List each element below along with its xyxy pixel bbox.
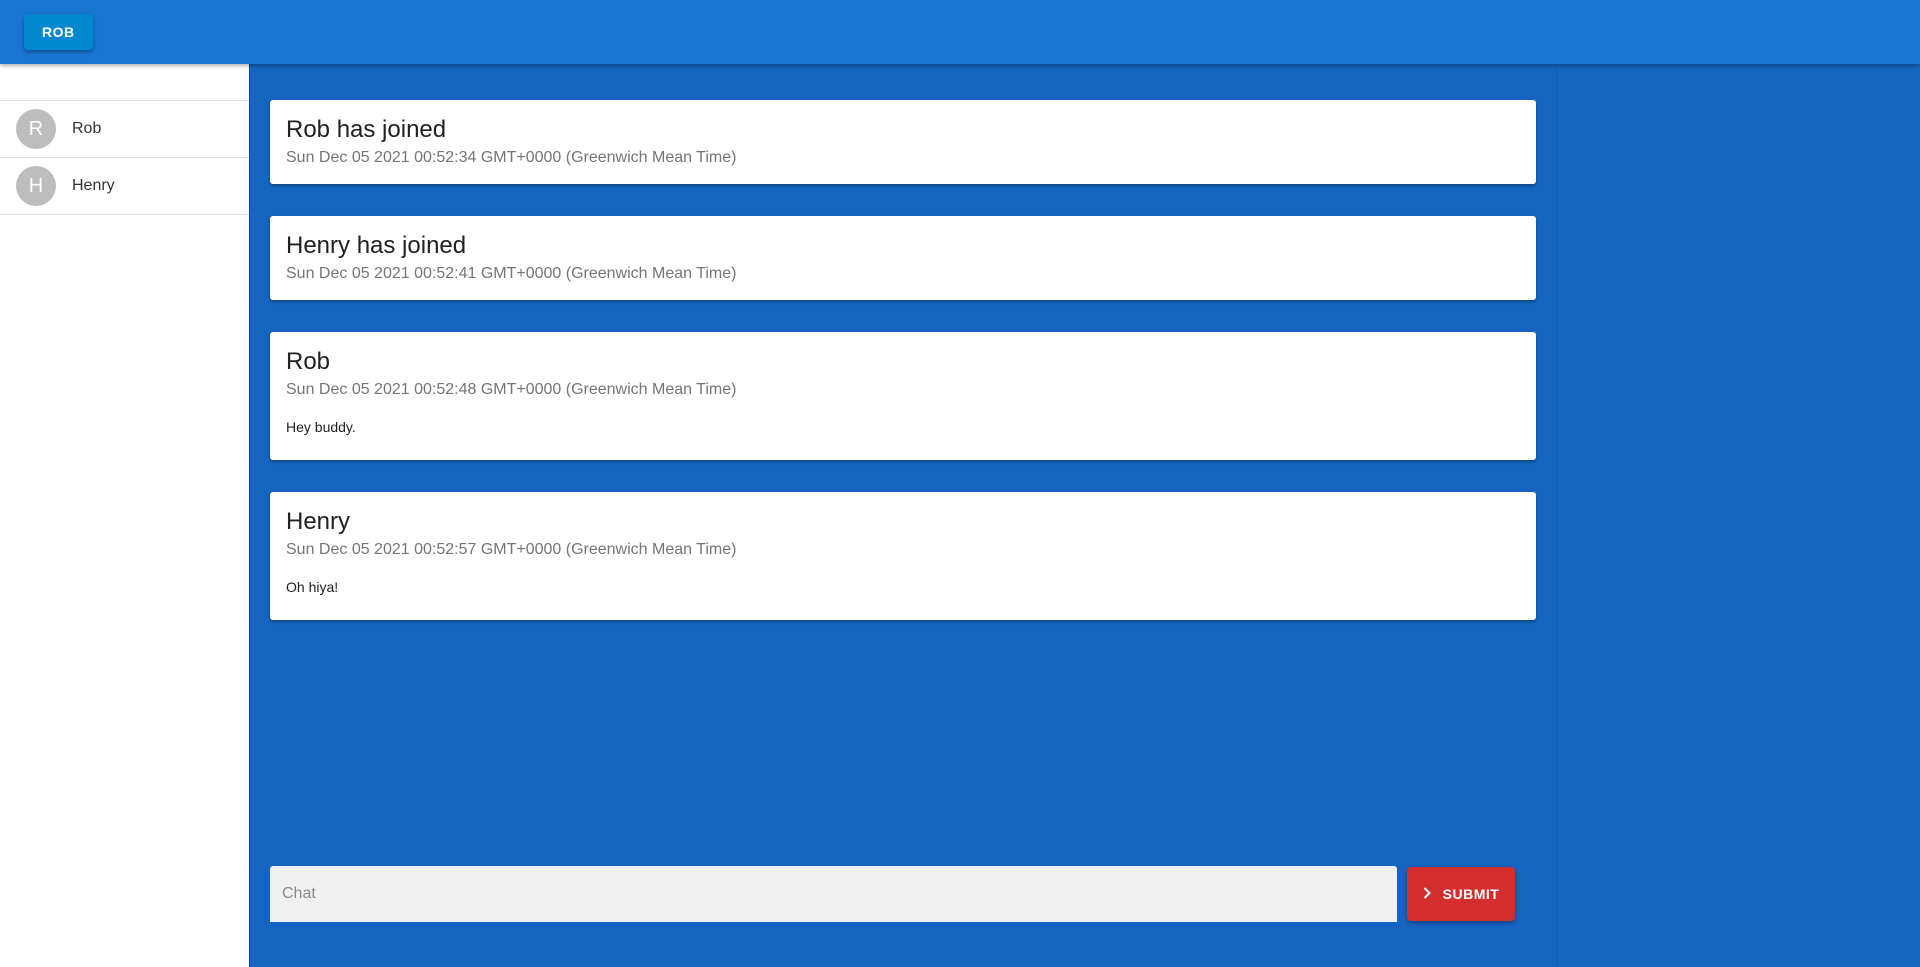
message-card: Rob has joined Sun Dec 05 2021 00:52:34 … xyxy=(270,100,1536,184)
user-name: Henry xyxy=(72,177,115,194)
submit-button[interactable]: SUBMIT xyxy=(1407,867,1515,921)
message-timestamp: Sun Dec 05 2021 00:52:57 GMT+0000 (Green… xyxy=(286,541,737,558)
message-timestamp: Sun Dec 05 2021 00:52:48 GMT+0000 (Green… xyxy=(286,381,737,398)
chevron-right-icon xyxy=(1423,886,1431,902)
current-user-button[interactable]: ROB xyxy=(24,14,93,50)
message-title: Rob has joined xyxy=(286,116,447,143)
message-card: Henry Sun Dec 05 2021 00:52:57 GMT+0000 … xyxy=(270,492,1536,620)
sidebar: R Rob H Henry xyxy=(0,64,250,967)
message-text: Oh hiya! xyxy=(286,579,339,595)
message-title: Henry has joined xyxy=(286,232,467,259)
message-card: Rob Sun Dec 05 2021 00:52:48 GMT+0000 (G… xyxy=(270,332,1536,460)
message-timestamp: Sun Dec 05 2021 00:52:34 GMT+0000 (Green… xyxy=(286,149,737,166)
message-title: Henry xyxy=(286,508,351,535)
message-list: Rob has joined Sun Dec 05 2021 00:52:34 … xyxy=(270,100,1536,652)
user-list-item-rob[interactable]: R Rob xyxy=(0,101,249,158)
message-card: Henry has joined Sun Dec 05 2021 00:52:4… xyxy=(270,216,1536,300)
submit-label: SUBMIT xyxy=(1442,886,1500,902)
chat-input[interactable] xyxy=(270,866,1397,922)
avatar: R xyxy=(16,109,56,149)
app-bar: ROB xyxy=(0,0,1920,64)
user-list: R Rob H Henry xyxy=(0,100,249,215)
message-title: Rob xyxy=(286,348,331,375)
message-text: Hey buddy. xyxy=(286,419,356,435)
message-timestamp: Sun Dec 05 2021 00:52:41 GMT+0000 (Green… xyxy=(286,265,737,282)
user-list-item-henry[interactable]: H Henry xyxy=(0,158,249,215)
right-panel xyxy=(1556,64,1920,967)
user-name: Rob xyxy=(72,120,102,137)
chat-area: Rob has joined Sun Dec 05 2021 00:52:34 … xyxy=(250,64,1556,967)
avatar: H xyxy=(16,166,56,206)
